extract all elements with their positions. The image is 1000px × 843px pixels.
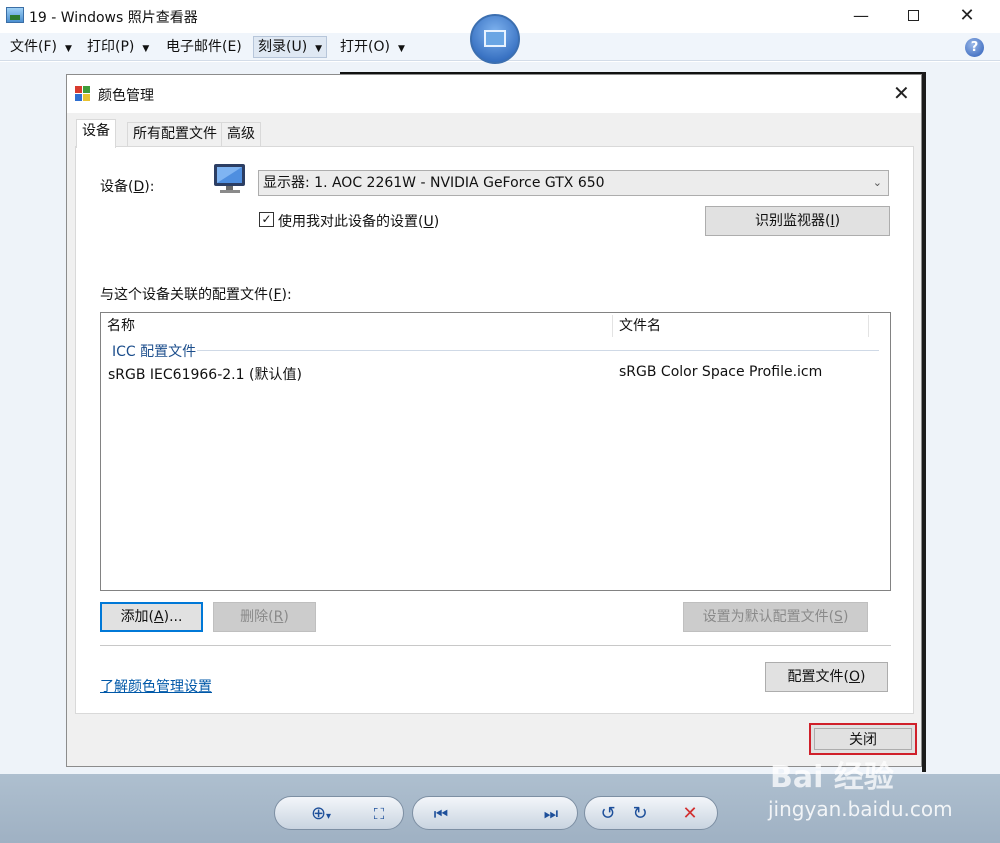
dialog-close-icon[interactable]: ✕ [893,81,910,105]
zoom-icon: ⊕ [310,803,327,824]
previous-icon[interactable]: ⏮ [421,797,461,831]
profiles-button[interactable]: 配置文件(O) [765,662,888,692]
group-divider [197,350,879,351]
list-item-filename[interactable]: sRGB Color Space Profile.icm [619,364,822,380]
device-select-value: 显示器: 1. AOC 2261W - NVIDIA GeForce GTX 6… [263,175,605,191]
watermark-logo: Bai 经验 [770,760,894,795]
dropdown-arrow-icon: ▼ [315,44,323,54]
dropdown-arrow-icon: ▼ [64,44,72,54]
profiles-list[interactable]: 名称 文件名 ICC 配置文件 sRGB IEC61966-2.1 (默认值) … [100,312,891,591]
use-my-settings-label[interactable]: 使用我对此设备的设置(U) [278,211,439,231]
watermark-url: jingyan.baidu.com [768,797,953,821]
set-default-profile-button[interactable]: 设置为默认配置文件(S) [683,602,868,632]
dropdown-arrow-icon: ▾ [326,811,332,822]
rotate-counterclockwise-icon[interactable]: ↺ [591,797,625,831]
menu-print[interactable]: 打印(P) ▼ [83,36,153,58]
image-border [922,72,926,772]
next-icon[interactable]: ⏭ [531,797,571,831]
photo-viewer-icon [6,7,24,23]
use-my-settings-checkbox[interactable]: ✓ [259,212,274,227]
color-management-dialog: 颜色管理 ✕ 设备 所有配置文件 高级 设备(D): 显示器: 1. AOC 2… [66,74,922,767]
zoom-button[interactable]: ⊕▾ [299,797,343,831]
dropdown-arrow-icon: ▼ [397,44,405,54]
list-item-name[interactable]: sRGB IEC61966-2.1 (默认值) [108,364,302,384]
dropdown-arrow-icon: ▼ [142,44,150,54]
close-window-button[interactable]: ✕ [944,0,990,32]
slideshow-button[interactable] [470,14,520,64]
identify-monitors-button[interactable]: 识别监视器(I) [705,206,890,236]
column-divider[interactable] [868,315,869,337]
remove-button[interactable]: 删除(R) [213,602,316,632]
device-label: 设备(D): [100,179,155,195]
group-header: ICC 配置文件 [112,344,197,360]
column-header-filename[interactable]: 文件名 [613,313,869,339]
window-title: 19 - Windows 照片查看器 [29,10,198,26]
close-button[interactable]: 关闭 [814,728,912,750]
menu-file[interactable]: 文件(F) ▼ [6,36,76,58]
tab-advanced[interactable]: 高级 [221,122,261,146]
menu-open[interactable]: 打开(O) ▼ [336,36,409,58]
rotate-clockwise-icon[interactable]: ↻ [623,797,657,831]
menu-email[interactable]: 电子邮件(E) [162,36,246,58]
monitor-icon [214,164,245,193]
navigation-group: ⏮ ⏭ [412,796,578,830]
dialog-title-bar: 颜色管理 ✕ [67,75,921,113]
dialog-title: 颜色管理 [98,88,154,104]
tab-all-profiles[interactable]: 所有配置文件 [127,122,223,146]
chevron-down-icon: ⌄ [872,176,882,189]
help-icon[interactable]: ? [965,38,984,57]
color-management-icon [75,86,91,102]
divider [100,645,891,646]
minimize-button[interactable]: — [838,0,884,32]
tab-devices[interactable]: 设备 [76,119,116,148]
actual-size-icon[interactable]: ⛶ [361,797,397,831]
slideshow-icon [484,30,506,47]
menu-burn[interactable]: 刻录(U) ▼ [253,36,328,58]
maximize-icon [907,10,919,21]
learn-color-management-link[interactable]: 了解颜色管理设置 [100,676,212,696]
add-button[interactable]: 添加(A)... [100,602,203,632]
delete-icon[interactable]: ✕ [673,797,707,831]
close-button-highlight[interactable]: 关闭 [809,723,917,755]
column-header-name[interactable]: 名称 [101,313,613,339]
edit-group: ↺ ↻ ✕ [584,796,718,830]
zoom-group: ⊕▾ ⛶ [274,796,404,830]
device-select[interactable]: 显示器: 1. AOC 2261W - NVIDIA GeForce GTX 6… [258,170,889,196]
maximize-button[interactable] [890,0,936,32]
profiles-label: 与这个设备关联的配置文件(F): [100,287,292,303]
